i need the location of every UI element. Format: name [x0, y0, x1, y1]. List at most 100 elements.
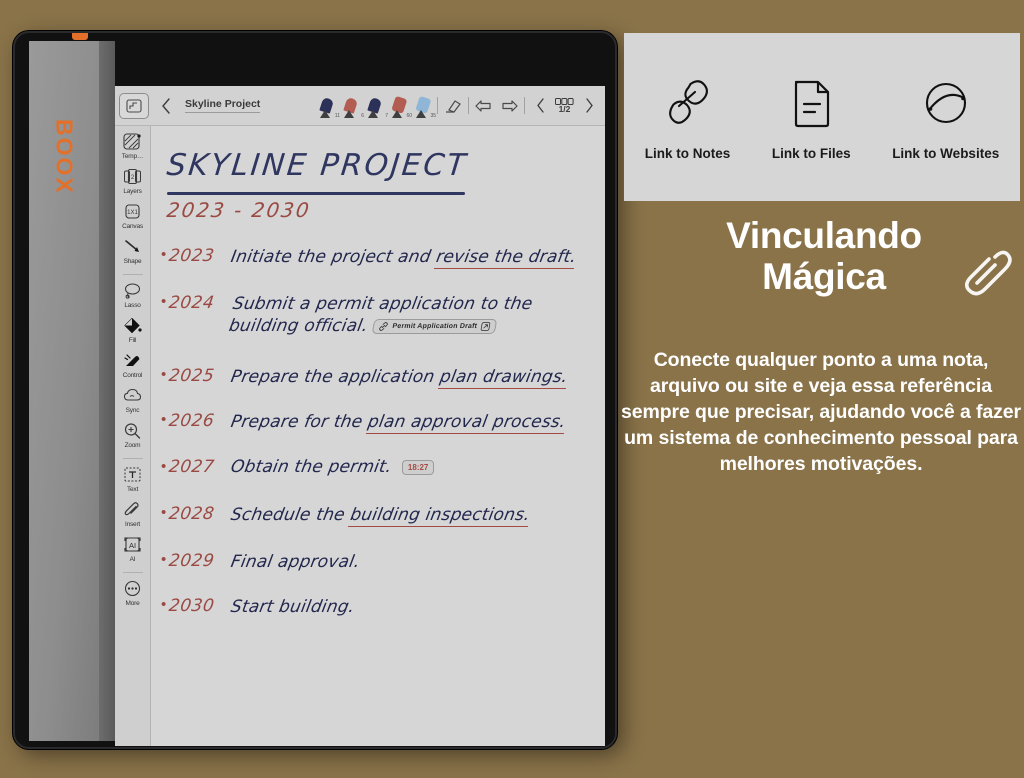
rail-label: Canvas [122, 223, 143, 230]
template-icon[interactable] [119, 92, 149, 119]
external-link-icon [481, 321, 491, 331]
pen-navy-thin[interactable]: 7 [365, 94, 388, 119]
pen-red-fine[interactable]: 6 [341, 94, 364, 119]
rail-label: AI [129, 556, 136, 563]
note-link-chip-label: Permit Application Draft [392, 322, 479, 330]
rail-label: Zoom [124, 442, 141, 449]
note-text-plain: Prepare for the [229, 412, 371, 432]
device-bezel-divider [99, 41, 115, 741]
note-item-2027: • 2027 Obtain the permit. 18:27 [161, 456, 435, 478]
rail-item-shape[interactable]: Shape [115, 237, 151, 265]
note-text-underlined: plan drawings. [438, 367, 570, 389]
rail-item-text[interactable]: Text [115, 465, 151, 493]
toolbar-divider-3 [524, 97, 525, 114]
bullet: • [161, 504, 167, 521]
note-item-year: 2027 [167, 457, 216, 478]
note-item-text: Obtain the permit. [229, 456, 394, 478]
note-timestamp-chip[interactable]: 18:27 [401, 459, 435, 475]
rail-label: Temp… [121, 153, 144, 160]
rail-item-lasso[interactable]: Lasso [115, 281, 151, 309]
note-item-2028: • 2028 Schedule the building inspections… [161, 504, 532, 527]
note-item-year: 2025 [167, 366, 216, 386]
note-item-2023: • 2023 Initiate the project and revise t… [161, 246, 579, 269]
rail-label: Insert [124, 521, 141, 528]
bullet: • [161, 411, 167, 428]
note-subtitle: 2023 - 2030 [165, 198, 313, 222]
pen-navy-fine[interactable]: 11 [317, 94, 340, 119]
rail-label: Shape [123, 258, 142, 265]
bullet: • [161, 596, 167, 613]
link-to-notes-label: Link to Notes [644, 145, 731, 161]
rail-label: Control [122, 372, 143, 379]
promo-body: Conecte qualquer ponto a uma nota, arqui… [620, 349, 1022, 475]
rail-label: Lasso [124, 302, 141, 309]
file-document-icon [795, 80, 830, 127]
note-item-year: 2026 [167, 411, 216, 431]
svg-text:AI: AI [129, 541, 136, 550]
rail-item-template[interactable]: Temp… [115, 132, 151, 160]
rail-item-canvas[interactable]: 1X1 Canvas [115, 202, 151, 230]
rail-item-sync[interactable]: Sync [115, 386, 151, 414]
marker-red[interactable]: 60 [389, 94, 412, 119]
link-to-files-option[interactable]: Link to Files [772, 74, 851, 161]
undo-arrow-icon[interactable] [474, 96, 494, 116]
rail-item-layers[interactable]: 2 Layers [115, 167, 151, 195]
note-text-plain: Obtain the permit. [229, 457, 394, 477]
back-button[interactable] [161, 97, 175, 114]
note-link-chip[interactable]: Permit Application Draft [372, 318, 498, 334]
prev-page-button[interactable] [530, 96, 550, 116]
marker-blue[interactable]: 35 [413, 94, 436, 119]
bullet: • [161, 293, 167, 310]
note-item-text: Start building. [229, 596, 357, 618]
note-item-2025: • 2025 Prepare the application plan draw… [161, 366, 570, 389]
paperclip-insert-icon [123, 500, 143, 520]
toolbar-divider-2 [468, 97, 469, 114]
note-text-plain: Schedule the [229, 505, 353, 525]
page-indicator-group[interactable]: 1/2 [555, 97, 574, 114]
note-item-2030: • 2030 Start building. [161, 596, 357, 618]
note-text-plain: Start building. [229, 597, 357, 617]
note-text-plain: Final approval. [229, 552, 362, 572]
link-chain-icon [379, 321, 389, 331]
note-text-underlined: building inspections. [348, 505, 532, 527]
note-item-year: 2030 [167, 596, 216, 616]
note-item-year: 2028 [167, 504, 216, 524]
rail-item-ai[interactable]: AI AI [115, 535, 151, 563]
rail-divider-2 [122, 458, 143, 459]
svg-text:1X1: 1X1 [127, 210, 138, 216]
redo-arrow-icon[interactable] [499, 96, 519, 116]
rail-label: Text [126, 486, 139, 493]
rail-item-insert[interactable]: Insert [115, 500, 151, 528]
bullet: • [161, 551, 167, 568]
svg-text:2: 2 [131, 175, 135, 181]
link-to-files-label: Link to Files [771, 145, 851, 161]
rail-item-zoom[interactable]: Zoom [115, 421, 151, 449]
note-item-year: 2029 [167, 551, 216, 571]
note-item-text: Prepare for the plan approval process. [229, 411, 568, 434]
note-item-text: Schedule the building inspections. [229, 504, 532, 527]
note-text-plain: Prepare the application [229, 367, 443, 387]
bullet: • [161, 246, 167, 263]
eraser-icon[interactable] [443, 96, 463, 116]
note-heading: SKYLINE PROJECT [165, 148, 470, 183]
note-title[interactable]: Skyline Project [185, 98, 261, 113]
note-canvas[interactable]: SKYLINE PROJECT 2023 - 2030 • 2023 Initi… [151, 126, 605, 746]
tool-rail: Temp… 2 Layers 1X1 Canvas Shape Lasso Fi… [115, 126, 151, 746]
globe-icon [925, 82, 966, 123]
rail-label: Layers [123, 188, 142, 195]
rail-item-control[interactable]: Control [115, 351, 151, 379]
toolbar-divider [437, 97, 438, 114]
link-to-websites-option[interactable]: Link to Websites [892, 74, 999, 161]
rail-divider [122, 274, 143, 275]
boox-logo: BOOX [51, 119, 78, 195]
paperclip-icon [964, 250, 1012, 296]
link-to-websites-label: Link to Websites [892, 145, 1000, 161]
pen-toolbar: 11 6 7 60 35 1/2 [317, 94, 605, 119]
rail-item-fill[interactable]: Fill [115, 316, 151, 344]
rail-label: Fill [128, 337, 137, 344]
lasso-icon [123, 281, 143, 301]
rail-item-more[interactable]: More [115, 579, 151, 607]
link-to-notes-option[interactable]: Link to Notes [644, 74, 731, 161]
next-page-button[interactable] [579, 96, 599, 116]
bullet: • [161, 458, 167, 476]
